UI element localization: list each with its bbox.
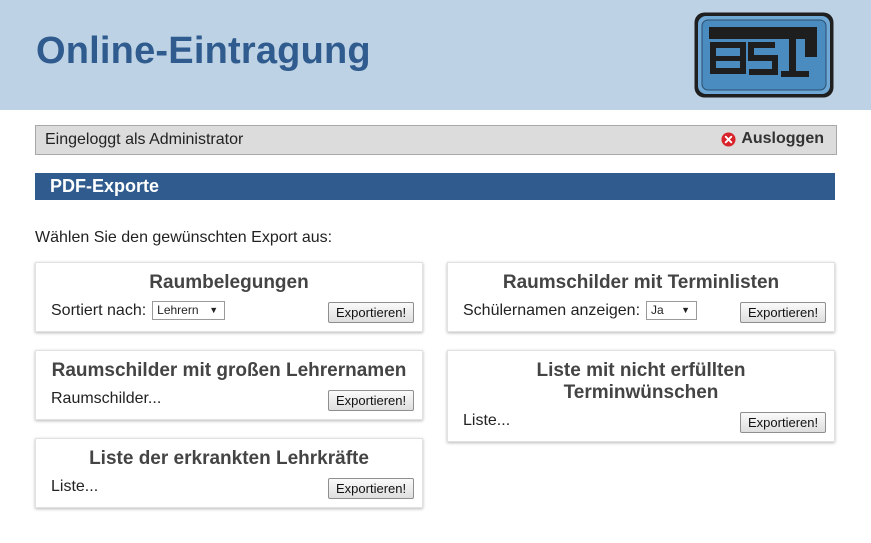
export-button[interactable]: Exportieren!	[328, 390, 415, 411]
triangle-down-icon: ▼	[681, 305, 691, 315]
login-status-text: Eingeloggt als Administrator	[45, 131, 244, 148]
export-button[interactable]: Exportieren!	[328, 302, 415, 323]
card-title: Raumschilder mit Terminlisten	[502, 272, 780, 293]
card-title-line1: Liste mit nicht erfüllten	[536, 360, 746, 381]
close-circle-icon	[721, 131, 736, 147]
export-button[interactable]: Exportieren!	[740, 302, 827, 323]
sort-select-value: Lehrern	[157, 303, 199, 317]
export-button[interactable]: Exportieren!	[740, 412, 827, 433]
card-options: Sortiert nach: Lehrern ▼	[51, 301, 226, 320]
logout-button[interactable]: Ausloggen	[721, 130, 824, 148]
sort-label: Sortiert nach:	[51, 301, 147, 319]
section-title: PDF-Exporte	[50, 176, 160, 196]
card-title: Raumschilder mit großen Lehrernamen	[51, 360, 407, 381]
login-status-bar: Eingeloggt als Administrator Ausloggen	[35, 125, 837, 155]
sort-select[interactable]: Lehrern ▼	[152, 301, 226, 320]
card-options: Liste...	[463, 412, 510, 430]
export-card-erkrankte-lehrkraefte: Liste der erkrankten Lehrkräfte Liste...…	[35, 438, 423, 508]
export-button[interactable]: Exportieren!	[328, 478, 415, 499]
card-options: Raumschilder...	[51, 390, 161, 408]
page-header: Online-Eintragung	[0, 0, 871, 110]
export-card-nicht-erfuellte-terminwuensche: Liste mit nicht erfüllten Terminwünschen…	[447, 350, 835, 442]
est-logo-icon	[694, 12, 834, 98]
show-students-select[interactable]: Ja ▼	[646, 301, 698, 320]
card-description: Liste...	[51, 478, 99, 495]
logout-label: Ausloggen	[741, 130, 824, 147]
export-card-raumschilder-terminlisten: Raumschilder mit Terminlisten Schülernam…	[447, 262, 835, 332]
triangle-down-icon: ▼	[209, 305, 219, 315]
card-options: Liste...	[51, 478, 98, 496]
app-title: Online-Eintragung	[36, 30, 371, 72]
section-header: PDF-Exporte	[35, 173, 835, 200]
card-title: Raumbelegungen	[149, 272, 309, 293]
show-students-select-value: Ja	[651, 303, 664, 317]
card-description: Liste...	[463, 412, 511, 429]
export-card-raumbelegungen: Raumbelegungen Sortiert nach: Lehrern ▼ …	[35, 262, 423, 332]
card-title-line2: Terminwünschen	[563, 382, 719, 403]
instruction-text: Wählen Sie den gewünschten Export aus:	[35, 229, 333, 246]
show-students-label: Schülernamen anzeigen:	[463, 301, 641, 319]
card-title: Liste der erkrankten Lehrkräfte	[89, 448, 369, 469]
card-options: Schülernamen anzeigen: Ja ▼	[463, 301, 698, 320]
card-description: Raumschilder...	[51, 390, 162, 407]
export-card-raumschilder-lehrernamen: Raumschilder mit großen Lehrernamen Raum…	[35, 350, 423, 420]
